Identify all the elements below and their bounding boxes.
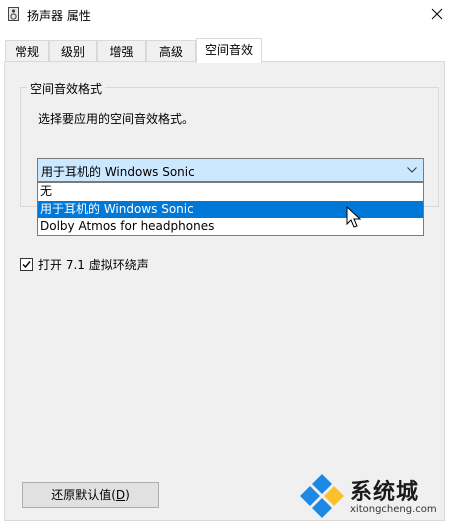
title-bar: 扬声器 属性: [0, 0, 452, 30]
spatial-format-select[interactable]: 用于耳机的 Windows Sonic: [37, 158, 424, 182]
tab-spatial-sound[interactable]: 空间音效: [196, 38, 262, 63]
select-value: 用于耳机的 Windows Sonic: [41, 165, 195, 179]
tab-advanced[interactable]: 高级: [146, 40, 196, 62]
watermark-url: xitongcheng.com: [350, 504, 437, 515]
tab-enhancements[interactable]: 增强: [97, 40, 146, 62]
restore-label-prefix: 还原默认值(: [51, 488, 116, 502]
tab-levels[interactable]: 级别: [49, 40, 97, 62]
tab-general[interactable]: 常规: [5, 40, 49, 62]
group-description: 选择要应用的空间音效格式。: [38, 112, 195, 126]
check-icon: [22, 260, 31, 268]
close-button[interactable]: [422, 0, 452, 28]
window-title: 扬声器 属性: [27, 9, 91, 23]
tab-strip: 常规 级别 增强 高级 空间音效: [0, 38, 452, 63]
group-title: 空间音效格式: [27, 80, 106, 97]
option-dolby-atmos[interactable]: Dolby Atmos for headphones: [38, 218, 423, 235]
mouse-cursor-icon: [346, 206, 362, 228]
dropdown-list: 无 用于耳机的 Windows Sonic Dolby Atmos for he…: [37, 182, 424, 236]
restore-label-suffix: ): [125, 488, 130, 502]
watermark: 系统城 xitongcheng.com: [298, 470, 448, 522]
restore-accel-key: D: [115, 488, 126, 502]
watermark-logo-icon: [300, 474, 344, 518]
option-windows-sonic[interactable]: 用于耳机的 Windows Sonic: [38, 201, 423, 218]
chevron-down-icon: [407, 167, 417, 173]
close-icon: [431, 8, 443, 20]
checkbox-box[interactable]: [20, 257, 33, 271]
option-none[interactable]: 无: [38, 183, 423, 200]
virtual-surround-checkbox[interactable]: 打开 7.1 虚拟环绕声: [20, 256, 149, 272]
speaker-icon: [8, 7, 19, 21]
restore-defaults-button[interactable]: 还原默认值(D): [22, 482, 159, 508]
checkbox-label: 打开 7.1 虚拟环绕声: [38, 257, 149, 272]
watermark-brand: 系统城: [350, 480, 420, 505]
